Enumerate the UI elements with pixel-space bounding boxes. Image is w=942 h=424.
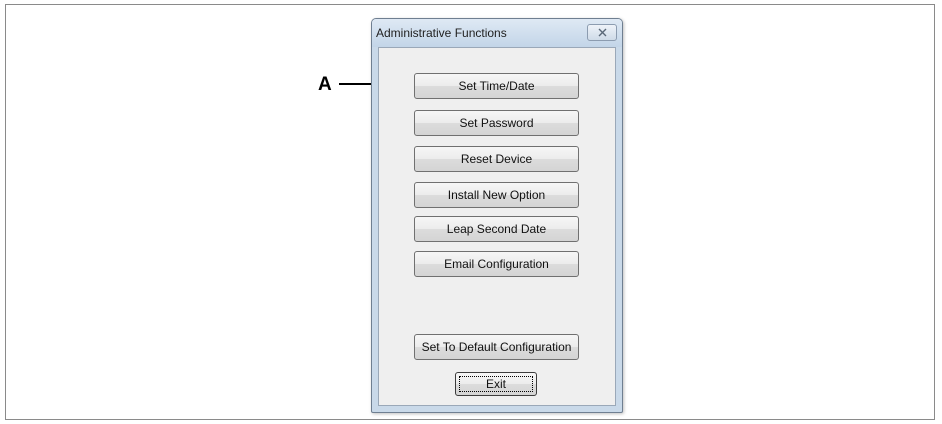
dialog-titlebar[interactable]: Administrative Functions bbox=[372, 19, 622, 47]
set-password-button[interactable]: Set Password bbox=[414, 110, 579, 136]
reset-device-button[interactable]: Reset Device bbox=[414, 146, 579, 172]
leap-second-date-button[interactable]: Leap Second Date bbox=[414, 216, 579, 242]
focus-rectangle bbox=[459, 376, 533, 392]
set-default-configuration-button[interactable]: Set To Default Configuration bbox=[414, 334, 579, 360]
dialog-client-area: Set Time/Date Set Password Reset Device … bbox=[378, 47, 616, 406]
install-new-option-button[interactable]: Install New Option bbox=[414, 182, 579, 208]
callout-label: A bbox=[318, 74, 332, 95]
admin-functions-dialog: Administrative Functions Set Time/Date S… bbox=[371, 18, 623, 413]
exit-button[interactable]: Exit bbox=[455, 372, 537, 396]
email-configuration-button[interactable]: Email Configuration bbox=[414, 251, 579, 277]
close-button[interactable] bbox=[587, 24, 617, 41]
set-time-date-button[interactable]: Set Time/Date bbox=[414, 73, 579, 99]
dialog-title: Administrative Functions bbox=[376, 26, 507, 40]
close-x-icon bbox=[598, 28, 607, 37]
